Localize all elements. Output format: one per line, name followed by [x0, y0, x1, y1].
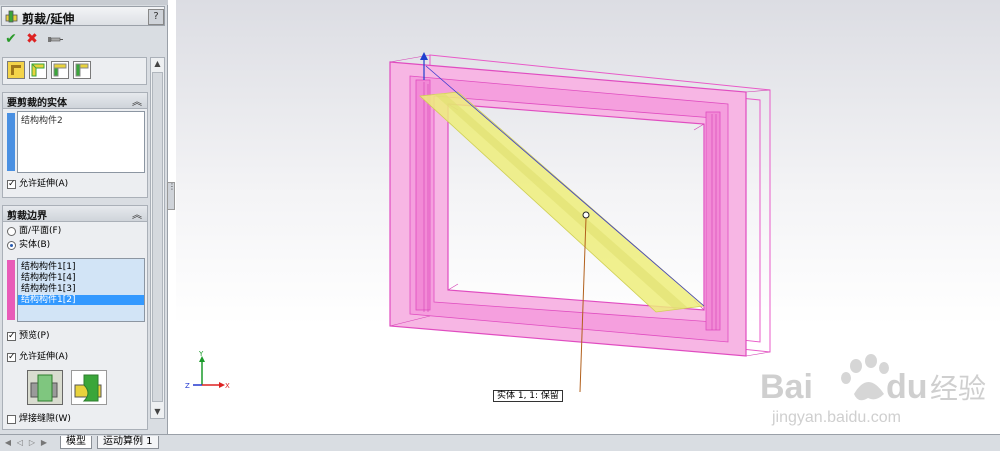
- watermark-url: jingyan.baidu.com: [771, 409, 901, 426]
- last-tab-arrow-icon[interactable]: ▶: [39, 438, 49, 448]
- trim-extend-icon: [5, 10, 18, 23]
- simple-cut-icon[interactable]: [27, 370, 63, 405]
- allow-extend-label: 允许延伸(A): [19, 179, 69, 189]
- boundary-color-swatch: [7, 260, 15, 320]
- trim-boundary-group-title: 剪裁边界: [7, 211, 47, 222]
- trim-entities-group-header[interactable]: 要剪裁的实体 ︽: [3, 93, 147, 109]
- face-plane-label: 面/平面(F): [19, 226, 62, 236]
- corner-miter-icon[interactable]: [29, 61, 47, 79]
- list-item[interactable]: 结构构件2: [21, 116, 63, 126]
- trim-boundary-group-header[interactable]: 剪裁边界 ︽: [3, 206, 147, 222]
- allow-extend-checkbox[interactable]: ✓: [7, 353, 16, 362]
- scrollbar-thumb[interactable]: [152, 72, 163, 402]
- cancel-icon[interactable]: ✖: [24, 31, 40, 47]
- help-icon[interactable]: ?: [148, 9, 164, 25]
- tab-model[interactable]: 模型: [60, 436, 92, 449]
- property-manager-header: 剪裁/延伸 ?: [1, 6, 165, 26]
- panel-scrollbar[interactable]: ▲ ▼: [150, 57, 165, 419]
- body-radio[interactable]: [7, 241, 16, 250]
- list-item[interactable]: 结构构件1[1]: [21, 262, 75, 272]
- allow-extend-label: 允许延伸(A): [19, 352, 69, 362]
- baidu-jingyan-watermark: Bai du 经验 jingyan.baidu.com: [760, 354, 986, 426]
- list-item-selected[interactable]: 结构构件1[2]: [18, 295, 144, 305]
- preview-label: 预览(P): [19, 331, 50, 341]
- corner-end-trim-icon[interactable]: [7, 61, 25, 79]
- graphics-viewport[interactable]: 实体 1, 1: 保留 Y X Z Bai du 经验 jingyan.baid…: [176, 0, 1000, 434]
- scroll-down-arrow-icon[interactable]: ▼: [151, 406, 164, 418]
- weld-gap-checkbox[interactable]: [7, 415, 16, 424]
- bottom-tab-bar: ◀ ◁ ▷ ▶ 模型 运动算例 1: [0, 434, 1000, 451]
- selection-color-swatch: [7, 113, 15, 171]
- preview-checkbox[interactable]: ✓: [7, 332, 16, 341]
- collapse-chevron-icon[interactable]: ︽: [132, 93, 142, 108]
- trim-entities-group: 要剪裁的实体 ︽ 结构构件2 ✓ 允许延伸(A): [2, 92, 148, 198]
- trim-boundary-group: 剪裁边界 ︽ 面/平面(F) 实体(B) 结构构件1[1] 结构构件1[4] 结…: [2, 205, 148, 430]
- list-item[interactable]: 结构构件1[3]: [21, 284, 75, 294]
- tab-motion-study[interactable]: 运动算例 1: [97, 436, 159, 449]
- feature-manager-tab-strip: [0, 0, 168, 5]
- property-manager: 剪裁/延伸 ? ✔ ✖ ▲ ▼ 要剪裁的实体 ︽ 结构构件2 ✓ 允许延伸(A)…: [0, 0, 168, 434]
- body-label: 实体(B): [19, 240, 51, 250]
- coped-cut-icon[interactable]: [71, 370, 107, 405]
- watermark-brand-suffix: du: [886, 368, 928, 406]
- trim-entities-group-title: 要剪裁的实体: [7, 98, 67, 109]
- axis-y-label: Y: [198, 350, 204, 358]
- next-tab-arrow-icon[interactable]: ▷: [27, 438, 37, 448]
- selection-callout: 实体 1, 1: 保留: [493, 390, 563, 402]
- property-manager-title: 剪裁/延伸: [22, 12, 75, 26]
- weld-gap-label: 焊接缝隙(W): [19, 414, 71, 424]
- trim-entities-list[interactable]: 结构构件2: [17, 111, 145, 173]
- watermark-brand-cn: 经验: [930, 372, 986, 405]
- axis-x-label: X: [225, 382, 230, 390]
- first-tab-arrow-icon[interactable]: ◀: [3, 438, 13, 448]
- collapse-chevron-icon[interactable]: ︽: [132, 206, 142, 221]
- panel-splitter-handle[interactable]: ⋮: [167, 182, 176, 210]
- list-item[interactable]: 结构构件1[4]: [21, 273, 75, 283]
- watermark-brand: Bai: [760, 368, 813, 406]
- axis-z-label: Z: [185, 382, 190, 390]
- allow-extend-checkbox[interactable]: ✓: [7, 180, 16, 189]
- triad-icon[interactable]: Y X Z: [184, 350, 234, 395]
- scroll-up-arrow-icon[interactable]: ▲: [151, 58, 164, 70]
- face-plane-radio[interactable]: [7, 227, 16, 236]
- corner-type-group: [2, 57, 147, 85]
- corner-end-butt2-icon[interactable]: [73, 61, 91, 79]
- prev-tab-arrow-icon[interactable]: ◁: [15, 438, 25, 448]
- pushpin-icon[interactable]: [46, 31, 64, 47]
- paw-logo-icon: [841, 354, 889, 401]
- corner-end-butt1-icon[interactable]: [51, 61, 69, 79]
- trim-boundary-list[interactable]: 结构构件1[1] 结构构件1[4] 结构构件1[3] 结构构件1[2]: [17, 258, 145, 322]
- ok-icon[interactable]: ✔: [3, 31, 19, 47]
